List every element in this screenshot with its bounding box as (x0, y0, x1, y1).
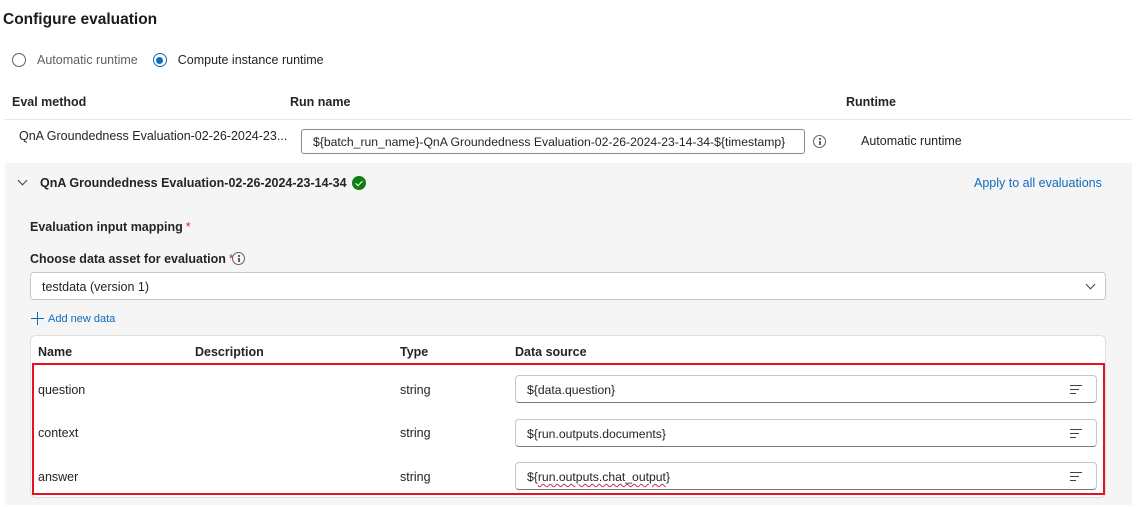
evaluation-input-mapping-label: Evaluation input mapping * (30, 220, 191, 234)
column-header-type: Type (400, 345, 429, 359)
run-name-input[interactable]: ${batch_run_name}-QnA Groundedness Evalu… (301, 129, 805, 154)
header-runtime: Runtime (846, 95, 896, 109)
add-new-data-link[interactable]: Add new data (31, 312, 115, 325)
required-mark: * (185, 220, 191, 234)
radio-compute-instance-runtime[interactable] (152, 53, 167, 67)
evaluation-section-title[interactable]: QnA Groundedness Evaluation-02-26-2024-2… (40, 176, 347, 190)
info-icon[interactable] (232, 252, 245, 265)
header-divider (5, 119, 1132, 120)
column-header-data-source: Data source (515, 345, 587, 359)
data-asset-selected-value: testdata (version 1) (42, 280, 149, 294)
radio-automatic-runtime-label[interactable]: Automatic runtime (37, 53, 138, 67)
check-circle-icon (352, 176, 366, 190)
add-new-data-label: Add new data (48, 312, 116, 325)
data-asset-label: Choose data asset for evaluation * (30, 252, 234, 266)
radio-compute-instance-runtime-label[interactable]: Compute instance runtime (178, 53, 324, 67)
data-asset-label-text: Choose data asset for evaluation (30, 252, 226, 266)
apply-to-all-evaluations-link[interactable]: Apply to all evaluations (974, 176, 1102, 190)
data-asset-dropdown[interactable]: testdata (version 1) (30, 272, 1106, 300)
plus-icon (31, 312, 44, 325)
header-run-name: Run name (290, 95, 351, 109)
column-header-description: Description (195, 345, 264, 359)
radio-automatic-runtime[interactable] (12, 53, 26, 67)
column-header-name: Name (38, 345, 73, 359)
chevron-down-icon (1085, 279, 1096, 290)
info-icon[interactable] (813, 135, 826, 148)
eval-method-value: QnA Groundedness Evaluation-02-26-2024-2… (19, 129, 288, 143)
highlight-annotation-box (32, 363, 1105, 495)
runtime-value: Automatic runtime (861, 134, 962, 148)
header-eval-method: Eval method (12, 95, 87, 109)
input-mapping-label-text: Evaluation input mapping (30, 220, 183, 234)
page-title: Configure evaluation (3, 11, 158, 28)
runtime-radio-group: Automatic runtime Compute instance runti… (12, 53, 339, 67)
